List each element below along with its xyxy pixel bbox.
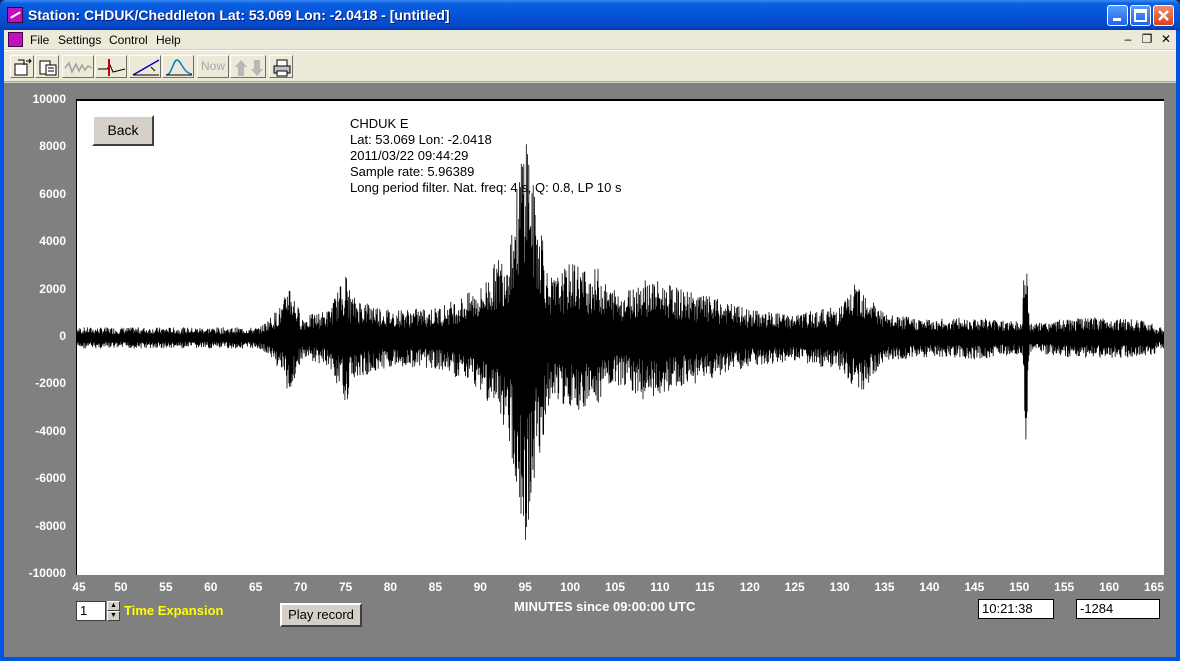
x-tick-label: 55 — [159, 580, 173, 594]
slope-filter-icon[interactable] — [129, 55, 161, 78]
maximize-button[interactable] — [1130, 5, 1151, 26]
x-tick-label: 125 — [784, 580, 805, 594]
x-tick-label: 75 — [338, 580, 353, 594]
x-tick-label: 85 — [428, 580, 442, 594]
x-tick-label: 160 — [1099, 580, 1120, 594]
station-info: CHDUK E Lat: 53.069 Lon: -2.0418 2011/03… — [350, 116, 621, 196]
y-tick-label: 4000 — [39, 234, 66, 249]
print-icon[interactable] — [269, 55, 293, 78]
time-expansion-input[interactable]: 1 — [76, 601, 106, 621]
time-expansion-label: Time Expansion — [124, 603, 224, 618]
menu-file[interactable]: File — [30, 33, 49, 47]
y-tick-label: 6000 — [39, 186, 66, 201]
x-tick-label: 65 — [248, 580, 263, 594]
seismogram-workspace: Back CHDUK E Lat: 53.069 Lon: -2.0418 20… — [4, 83, 1176, 657]
x-tick-label: 80 — [383, 580, 398, 594]
x-tick-label: 100 — [560, 580, 581, 594]
close-button[interactable] — [1153, 5, 1174, 26]
client-frame: File Settings Control Help – ❐ ✕ Now Bac… — [4, 30, 1176, 657]
x-tick-label: 135 — [874, 580, 895, 594]
x-tick-label: 150 — [1009, 580, 1030, 594]
x-tick-label: 110 — [650, 580, 670, 594]
close-icon — [1158, 10, 1169, 21]
x-tick-label: 115 — [695, 580, 715, 594]
x-tick-label: 60 — [204, 580, 218, 594]
y-tick-label: -10000 — [28, 566, 66, 580]
pick-marker-icon[interactable] — [95, 55, 127, 78]
x-tick-label: 95 — [518, 580, 532, 594]
x-tick-label: 165 — [1144, 580, 1165, 594]
menu-bar: File Settings Control Help – ❐ ✕ — [4, 30, 1176, 49]
x-tick-label: 120 — [739, 580, 760, 594]
y-tick-label: 8000 — [39, 139, 66, 154]
menu-help[interactable]: Help — [156, 33, 181, 47]
filter-description: Long period filter. Nat. freq: 4 s, Q: 0… — [350, 180, 622, 195]
x-tick-label: 155 — [1054, 580, 1075, 594]
toolbar: Now — [4, 50, 1176, 82]
mdi-close-icon[interactable]: ✕ — [1158, 31, 1174, 47]
y-tick-label: 2000 — [39, 281, 66, 296]
application-window: Station: CHDUK/Cheddleton Lat: 53.069 Lo… — [0, 0, 1180, 661]
value-readout: -1284 — [1076, 599, 1160, 619]
save-file-icon[interactable] — [35, 55, 59, 78]
record-datetime: 2011/03/22 09:44:29 — [350, 148, 469, 163]
menu-control[interactable]: Control — [109, 33, 148, 47]
x-tick-label: 90 — [473, 580, 487, 594]
minimize-icon — [1113, 18, 1121, 21]
station-name: CHDUK E — [350, 116, 409, 131]
y-tick-label: -6000 — [35, 471, 66, 486]
seismic-trace — [76, 144, 1165, 540]
y-tick-label: 10000 — [32, 92, 66, 106]
window-title: Station: CHDUK/Cheddleton Lat: 53.069 Lo… — [28, 7, 450, 23]
y-tick-label: 0 — [59, 329, 66, 343]
document-icon[interactable] — [8, 32, 23, 47]
x-tick-label: 50 — [114, 580, 128, 594]
play-record-button[interactable]: Play record — [280, 603, 362, 627]
y-tick-label: -8000 — [35, 518, 66, 533]
back-button[interactable]: Back — [92, 115, 154, 146]
open-file-icon[interactable] — [10, 55, 34, 78]
station-location: Lat: 53.069 Lon: -2.0418 — [350, 132, 492, 147]
x-tick-label: 130 — [829, 580, 850, 594]
spin-up-arrow-icon[interactable]: ▲ — [107, 601, 120, 611]
maximize-icon — [1134, 9, 1147, 22]
app-icon[interactable] — [7, 7, 23, 23]
time-readout: 10:21:38 — [978, 599, 1054, 619]
x-tick-label: 145 — [964, 580, 985, 594]
up-down-arrows-icon[interactable] — [230, 55, 266, 78]
x-axis-title: MINUTES since 09:00:00 UTC — [514, 599, 696, 614]
spin-down-arrow-icon[interactable]: ▼ — [107, 611, 120, 621]
title-bar[interactable]: Station: CHDUK/Cheddleton Lat: 53.069 Lo… — [0, 0, 1180, 30]
x-tick-label: 105 — [604, 580, 626, 594]
x-tick-label: 45 — [72, 580, 86, 594]
x-tick-label: 140 — [919, 580, 940, 594]
waveform-icon[interactable] — [62, 55, 94, 78]
minimize-button[interactable] — [1107, 5, 1128, 26]
spectrum-icon[interactable] — [162, 55, 194, 78]
y-tick-label: -2000 — [35, 376, 66, 391]
mdi-restore-icon[interactable]: ❐ — [1139, 31, 1155, 47]
y-tick-label: -4000 — [35, 423, 66, 438]
mdi-minimize-icon[interactable]: – — [1120, 31, 1136, 47]
sample-rate: Sample rate: 5.96389 — [350, 164, 475, 179]
x-tick-label: 70 — [293, 580, 308, 594]
now-button[interactable]: Now — [197, 55, 229, 78]
menu-settings[interactable]: Settings — [58, 33, 101, 47]
